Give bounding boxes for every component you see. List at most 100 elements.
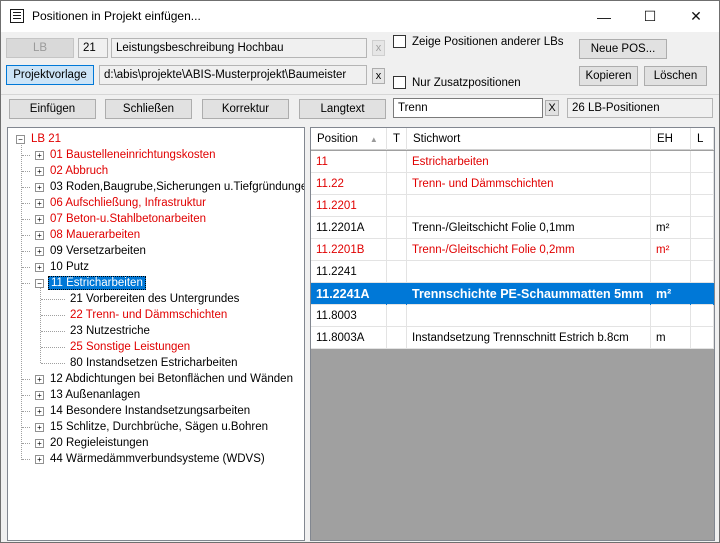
close-dialog-button[interactable]: Schließen <box>105 99 192 119</box>
expand-icon[interactable]: + <box>35 406 44 416</box>
tree-line <box>21 142 22 460</box>
tree-item-label: 10 Putz <box>50 261 89 273</box>
insert-button[interactable]: Einfügen <box>9 99 96 119</box>
expand-icon[interactable]: + <box>35 214 44 224</box>
expand-icon[interactable]: + <box>35 166 44 176</box>
tree-item[interactable]: +02 Abbruch <box>22 163 110 179</box>
minimize-button[interactable]: — <box>581 1 627 32</box>
expand-icon[interactable]: + <box>35 422 44 432</box>
expand-icon[interactable]: + <box>35 230 44 240</box>
expand-icon[interactable]: + <box>35 262 44 272</box>
longtext-button[interactable]: Langtext <box>299 99 386 119</box>
table-row[interactable]: 11.2241 <box>311 261 714 283</box>
checkbox-box[interactable] <box>393 35 406 48</box>
table-row[interactable]: 11.2201B Trenn-/Gleitschicht Folie 0,2mm m… <box>311 239 714 261</box>
tree-item[interactable]: +44 Wärmedämmverbundsysteme (WDVS) <box>22 451 267 467</box>
clear-search-button[interactable]: X <box>545 100 559 116</box>
tree-item[interactable]: +20 Regieleistungen <box>22 435 150 451</box>
tree-child-item[interactable]: 22 Trenn- und Dämmschichten <box>41 307 229 323</box>
table-row[interactable]: 11.2241A Trennschichte PE-Schaummatten 5m… <box>311 283 714 305</box>
table-row[interactable]: 11 Estricharbeiten <box>311 151 714 173</box>
only-additional-label: Nur Zusatzpositionen <box>412 76 521 89</box>
tree-item[interactable]: +06 Aufschließung, Infrastruktur <box>22 195 208 211</box>
tree-child-label: 25 Sonstige Leistungen <box>70 341 191 353</box>
tree-item[interactable]: +10 Putz <box>22 259 91 275</box>
tree-item-label: 02 Abbruch <box>50 165 109 177</box>
tree-line <box>22 283 30 284</box>
tree-item[interactable]: +15 Schlitze, Durchbrüche, Sägen u.Bohre… <box>22 419 270 435</box>
correction-button[interactable]: Korrektur <box>202 99 289 119</box>
tree-item[interactable]: +12 Abdichtungen bei Betonflächen und Wä… <box>22 371 295 387</box>
tree-item[interactable]: +13 Außenanlagen <box>22 387 142 403</box>
column-header-t[interactable]: T <box>387 128 407 150</box>
cell-l <box>691 327 714 349</box>
checkbox-box[interactable] <box>393 76 406 89</box>
table-row[interactable]: 11.8003 <box>311 305 714 327</box>
search-input[interactable]: Trenn <box>393 98 543 118</box>
tree-child-item[interactable]: 25 Sonstige Leistungen <box>41 339 192 355</box>
cell-eh <box>651 261 691 283</box>
close-button[interactable]: ✕ <box>673 1 719 32</box>
column-header-position[interactable]: Position ▲ <box>311 128 387 150</box>
cell-eh: m <box>651 327 691 349</box>
maximize-button[interactable]: ☐ <box>627 1 673 32</box>
tree-item[interactable]: +03 Roden,Baugrube,Sicherungen u.Tiefgrü… <box>22 179 304 195</box>
sort-ascending-icon: ▲ <box>369 134 378 144</box>
clear-lb-button[interactable]: x <box>372 40 385 56</box>
cell-t <box>387 283 407 305</box>
clear-path-button[interactable]: x <box>372 68 385 84</box>
table-row[interactable]: 11.2201 <box>311 195 714 217</box>
tree-root[interactable]: − LB 21 <box>16 131 63 147</box>
tree-child-item[interactable]: 21 Vorbereiten des Untergrundes <box>41 291 241 307</box>
positions-grid[interactable]: Position ▲ T Stichwort EH L 11 Estricharb… <box>310 127 715 541</box>
column-header-eh[interactable]: EH <box>651 128 691 150</box>
expand-icon[interactable]: + <box>35 438 44 448</box>
lb-name-field: Leistungsbeschreibung Hochbau <box>111 38 367 58</box>
tree-item[interactable]: +08 Mauerarbeiten <box>22 227 142 243</box>
tree-item[interactable]: −11 Estricharbeiten <box>22 275 146 291</box>
lb-tree[interactable]: − LB 21 +01 Baustelleneinrichtungskosten… <box>7 127 305 541</box>
tree-line <box>41 363 65 364</box>
tree-line <box>22 155 30 156</box>
new-pos-button[interactable]: Neue POS... <box>579 39 667 59</box>
projektvorlage-button[interactable]: Projektvorlage <box>6 65 94 85</box>
tree-line <box>22 251 30 252</box>
copy-button[interactable]: Kopieren <box>579 66 638 86</box>
show-other-lbs-checkbox[interactable]: Zeige Positionen anderer LBs <box>393 35 564 48</box>
only-additional-checkbox[interactable]: Nur Zusatzpositionen <box>393 76 521 89</box>
tree-line <box>22 443 30 444</box>
show-other-lbs-label: Zeige Positionen anderer LBs <box>412 35 564 48</box>
tree-line <box>22 395 30 396</box>
expand-icon[interactable]: + <box>35 390 44 400</box>
cell-t <box>387 195 407 217</box>
column-header-l[interactable]: L <box>691 128 714 150</box>
cell-stichwort <box>407 195 651 217</box>
tree-item[interactable]: +01 Baustelleneinrichtungskosten <box>22 147 218 163</box>
expand-icon[interactable]: + <box>35 198 44 208</box>
collapse-icon[interactable]: − <box>35 278 44 288</box>
delete-button[interactable]: Löschen <box>644 66 707 86</box>
tree-child-item[interactable]: 23 Nutzestriche <box>41 323 152 339</box>
expand-icon[interactable]: + <box>35 374 44 384</box>
table-row[interactable]: 11.22 Trenn- und Dämmschichten <box>311 173 714 195</box>
tree-item[interactable]: +14 Besondere Instandsetzungsarbeiten <box>22 403 252 419</box>
column-header-stichwort[interactable]: Stichwort <box>407 128 651 150</box>
table-row[interactable]: 11.2201A Trenn-/Gleitschicht Folie 0,1mm m… <box>311 217 714 239</box>
cell-position: 11 <box>311 151 387 173</box>
expand-icon[interactable]: + <box>35 182 44 192</box>
expand-icon[interactable]: + <box>35 454 44 464</box>
cell-eh: m² <box>651 283 691 305</box>
tree-item-label: 44 Wärmedämmverbundsysteme (WDVS) <box>50 453 265 465</box>
cell-stichwort: Instandsetzung Trennschnitt Estrich b.8c… <box>407 327 651 349</box>
collapse-icon[interactable]: − <box>16 134 25 144</box>
tree-item[interactable]: +09 Versetzarbeiten <box>22 243 148 259</box>
expand-icon[interactable]: + <box>35 246 44 256</box>
tree-item[interactable]: +07 Beton-u.Stahlbetonarbeiten <box>22 211 208 227</box>
tree-child-item[interactable]: 80 Instandsetzen Estricharbeiten <box>41 355 240 371</box>
tree-child-label: 21 Vorbereiten des Untergrundes <box>70 293 240 305</box>
tree-line <box>22 187 30 188</box>
cell-stichwort: Trenn-/Gleitschicht Folie 0,1mm <box>407 217 651 239</box>
table-row[interactable]: 11.8003A Instandsetzung Trennschnitt Estr… <box>311 327 714 349</box>
lb-button[interactable]: LB <box>6 38 74 58</box>
expand-icon[interactable]: + <box>35 150 44 160</box>
